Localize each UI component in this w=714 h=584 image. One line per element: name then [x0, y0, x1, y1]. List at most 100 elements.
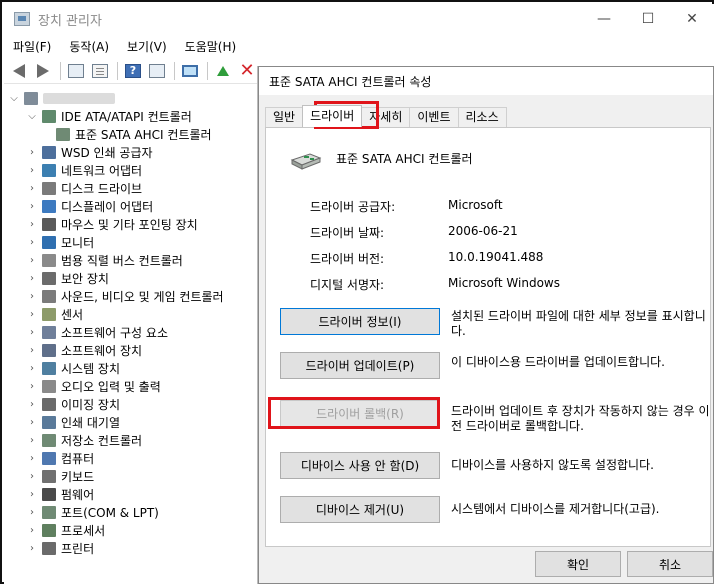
tree-category[interactable]: › 저장소 컨트롤러	[26, 431, 142, 449]
device-category-icon	[42, 505, 56, 519]
window-titlebar[interactable]: 장치 관리자 — ☐ ✕	[4, 4, 714, 34]
chevron-right-icon[interactable]: ›	[26, 327, 38, 338]
tab-details[interactable]: 자세히	[361, 107, 411, 127]
chevron-right-icon[interactable]: ›	[26, 543, 38, 554]
monitor-icon[interactable]	[179, 61, 201, 81]
driver-date-value: 2006-06-21	[448, 224, 518, 238]
tree-category[interactable]: › 디스크 드라이브	[26, 179, 142, 197]
minimize-icon[interactable]: —	[582, 4, 626, 34]
tree-root[interactable]: ⌵	[8, 89, 115, 107]
chevron-right-icon[interactable]: ›	[26, 489, 38, 500]
tab-events[interactable]: 이벤트	[409, 107, 459, 127]
toolbar-divider	[174, 61, 175, 80]
tree-category[interactable]: › WSD 인쇄 공급자	[26, 143, 153, 161]
tree-category[interactable]: › 포트(COM & LPT)	[26, 503, 159, 521]
tree-category-label: 마우스 및 기타 포인팅 장치	[61, 217, 198, 232]
chevron-right-icon[interactable]: ›	[26, 345, 38, 356]
chevron-right-icon[interactable]: ›	[26, 183, 38, 194]
tree-category[interactable]: › 네트워크 어댑터	[26, 161, 142, 179]
rollback-driver-desc: 드라이버 업데이트 후 장치가 작동하지 않는 경우 이전 드라이버로 롤백합니…	[451, 404, 710, 433]
tree-category[interactable]: › 디스플레이 어댑터	[26, 197, 153, 215]
sata-controller-icon	[56, 127, 70, 141]
back-icon[interactable]	[8, 61, 30, 81]
device-tree[interactable]: ⌵ ⌵ IDE ATA/ATAPI 컨트롤러 표준 SATA AHCI 컨트롤러…	[4, 85, 260, 584]
tree-category[interactable]: › 컴퓨터	[26, 449, 94, 467]
uninstall-device-button[interactable]: 디바이스 제거(U)	[280, 496, 440, 523]
tree-category[interactable]: › 마우스 및 기타 포인팅 장치	[26, 215, 198, 233]
device-category-icon	[42, 433, 56, 447]
tree-category[interactable]: › 모니터	[26, 233, 94, 251]
tree-category[interactable]: › 보안 장치	[26, 269, 109, 287]
tree-category[interactable]: › 프로세서	[26, 521, 105, 539]
chevron-down-icon[interactable]: ⌵	[26, 111, 38, 122]
device-name: 표준 SATA AHCI 컨트롤러	[336, 152, 473, 166]
tree-category[interactable]: › 펌웨어	[26, 485, 94, 503]
tree-category[interactable]: › 오디오 입력 및 출력	[26, 377, 161, 395]
tab-resources[interactable]: 리소스	[457, 107, 507, 127]
rollback-driver-button[interactable]: 드라이버 롤백(R)	[280, 400, 440, 427]
chevron-right-icon[interactable]: ›	[26, 201, 38, 212]
device-category-icon	[42, 325, 56, 339]
chevron-right-icon[interactable]: ›	[26, 255, 38, 266]
chevron-right-icon[interactable]: ›	[26, 453, 38, 464]
tree-category[interactable]: › 소프트웨어 구성 요소	[26, 323, 168, 341]
tree-category-ide[interactable]: ⌵ IDE ATA/ATAPI 컨트롤러	[26, 107, 192, 125]
ok-button[interactable]: 확인	[535, 551, 621, 577]
help-icon[interactable]: ?	[122, 61, 144, 81]
tree-category[interactable]: › 사운드, 비디오 및 게임 컨트롤러	[26, 287, 224, 305]
tree-category[interactable]: › 키보드	[26, 467, 94, 485]
driver-provider-label: 드라이버 공급자:	[310, 200, 396, 214]
chevron-right-icon[interactable]: ›	[26, 399, 38, 410]
maximize-icon[interactable]: ☐	[626, 4, 670, 34]
menu-help[interactable]: 도움말(H)	[176, 38, 246, 55]
cancel-button[interactable]: 취소	[627, 551, 713, 577]
chevron-right-icon[interactable]: ›	[26, 219, 38, 230]
close-icon[interactable]: ✕	[670, 4, 714, 34]
tree-category[interactable]: › 센서	[26, 305, 83, 323]
tab-general[interactable]: 일반	[265, 107, 304, 127]
disable-device-button[interactable]: 디바이스 사용 안 함(D)	[280, 452, 440, 479]
properties-grid-icon[interactable]	[65, 61, 87, 81]
forward-icon[interactable]	[32, 61, 54, 81]
tree-category-label: 시스템 장치	[61, 361, 121, 376]
chevron-right-icon[interactable]: ›	[26, 165, 38, 176]
chevron-right-icon[interactable]: ›	[26, 309, 38, 320]
menu-action[interactable]: 동작(A)	[60, 38, 118, 55]
chevron-right-icon[interactable]: ›	[26, 273, 38, 284]
tree-item-label: 표준 SATA AHCI 컨트롤러	[75, 127, 212, 142]
device-category-icon	[42, 181, 56, 195]
chevron-right-icon[interactable]: ›	[26, 417, 38, 428]
uninstall-icon[interactable]: ✕	[236, 61, 258, 81]
tree-category-label: 프린터	[61, 541, 95, 556]
chevron-right-icon[interactable]: ›	[26, 471, 38, 482]
enable-driver-icon[interactable]	[212, 61, 234, 81]
chevron-down-icon[interactable]: ⌵	[8, 93, 20, 104]
tree-item-sata-ahci[interactable]: 표준 SATA AHCI 컨트롤러	[56, 125, 212, 143]
chevron-right-icon[interactable]: ›	[26, 291, 38, 302]
chevron-right-icon[interactable]: ›	[26, 435, 38, 446]
tab-driver[interactable]: 드라이버	[302, 105, 363, 127]
chevron-right-icon[interactable]: ›	[26, 363, 38, 374]
driver-details-button[interactable]: 드라이버 정보(I)	[280, 308, 440, 335]
chevron-right-icon[interactable]: ›	[26, 507, 38, 518]
chevron-right-icon[interactable]: ›	[26, 147, 38, 158]
device-category-icon	[42, 397, 56, 411]
device-category-icon	[42, 235, 56, 249]
tree-category[interactable]: › 소프트웨어 장치	[26, 341, 142, 359]
update-icon[interactable]	[146, 61, 168, 81]
update-driver-button[interactable]: 드라이버 업데이트(P)	[280, 352, 440, 379]
tree-category[interactable]: › 시스템 장치	[26, 359, 120, 377]
tree-category[interactable]: › 이미징 장치	[26, 395, 120, 413]
chevron-right-icon[interactable]: ›	[26, 381, 38, 392]
menu-view[interactable]: 보기(V)	[118, 38, 176, 55]
tree-category[interactable]: › 프린터	[26, 539, 94, 557]
chevron-right-icon[interactable]: ›	[26, 525, 38, 536]
chevron-right-icon[interactable]: ›	[26, 237, 38, 248]
device-category-icon	[42, 163, 56, 177]
document-icon[interactable]	[89, 61, 111, 81]
screenshot-frame: 장치 관리자 — ☐ ✕ 파일(F) 동작(A) 보기(V) 도움말(H) ? …	[0, 0, 714, 584]
tree-category-label: 디스플레이 어댑터	[61, 199, 154, 214]
tree-category[interactable]: › 범용 직렬 버스 컨트롤러	[26, 251, 183, 269]
menu-file[interactable]: 파일(F)	[4, 38, 60, 55]
tree-category[interactable]: › 인쇄 대기열	[26, 413, 120, 431]
